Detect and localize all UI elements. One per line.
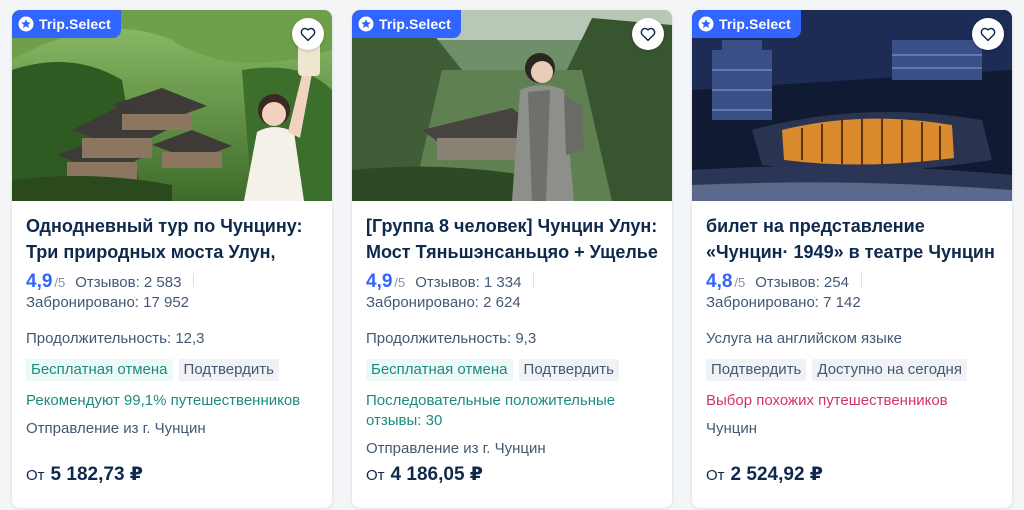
price-amount: 5 182,73 ₽: [50, 464, 144, 485]
booked-count: Забронировано: 17 952: [26, 294, 190, 311]
rating-score: 4,9: [366, 271, 393, 292]
product-photo[interactable]: Trip.Select: [12, 10, 332, 201]
tag-available-today: Доступно на сегодня: [812, 359, 967, 381]
tag-confirm: Подтвердить: [518, 359, 619, 381]
booked-count: Забронировано: 7 142: [706, 294, 861, 311]
product-photo-gorge: [352, 10, 672, 201]
rating-max: /5: [394, 275, 406, 290]
recommendation-text: Рекомендуют 99,1% путешественников: [26, 392, 301, 409]
product-photo-mountain-village: [12, 10, 332, 201]
favorite-button[interactable]: [972, 18, 1004, 50]
price-prefix: От: [26, 467, 45, 484]
heart-icon: [980, 27, 996, 42]
tag-list: Подтвердить Доступно на сегодня: [706, 359, 998, 381]
star-badge-icon: [698, 16, 714, 32]
tag-free-cancellation: Бесплатная отмена: [26, 359, 173, 381]
favorite-button[interactable]: [632, 18, 664, 50]
tag-list: Бесплатная отмена Подтвердить: [26, 359, 318, 381]
tag-confirm: Подтвердить: [178, 359, 279, 381]
tag-list: Бесплатная отмена Подтвердить: [366, 359, 658, 381]
product-card[interactable]: Trip.Select Однодневный тур по Чунцину: …: [12, 10, 332, 508]
review-count: Отзывов: 2 583: [75, 274, 182, 291]
badge-label: Trip.Select: [379, 16, 451, 32]
duration: Продолжительность: 9,3: [366, 330, 537, 347]
rating-row: 4,9 /5 Отзывов: 1 334: [366, 271, 658, 293]
tag-free-cancellation: Бесплатная отмена: [366, 359, 513, 381]
departure-text: Отправление из г. Чунцин: [26, 420, 206, 437]
product-photo[interactable]: Trip.Select: [352, 10, 672, 201]
rating-max: /5: [734, 275, 746, 290]
recommendation-text: Последовательные положительные отзывы: 3…: [366, 392, 616, 429]
price-amount: 4 186,05 ₽: [390, 464, 484, 485]
badge-label: Trip.Select: [719, 16, 791, 32]
product-photo[interactable]: Trip.Select: [692, 10, 1012, 201]
rating-row: 4,9 /5 Отзывов: 2 583: [26, 271, 318, 293]
language-service: Услуга на английском языке: [706, 330, 902, 347]
recommendation-text: Выбор похожих путешественников: [706, 392, 948, 409]
badge-label: Trip.Select: [39, 16, 111, 32]
trip-select-badge: Trip.Select: [12, 10, 121, 38]
product-card-list: Trip.Select Однодневный тур по Чунцину: …: [0, 0, 1024, 510]
tag-confirm: Подтвердить: [706, 359, 807, 381]
product-photo-theatre-stage: [692, 10, 1012, 201]
price-amount: 2 524,92 ₽: [730, 464, 824, 485]
divider: [193, 273, 195, 287]
duration: Продолжительность: 12,3: [26, 330, 205, 347]
review-count: Отзывов: 1 334: [415, 274, 522, 291]
product-title[interactable]: Однодневный тур по Чунцину: Три природны…: [26, 213, 318, 265]
review-count: Отзывов: 254: [755, 274, 849, 291]
price: От 2 524,92 ₽: [706, 463, 823, 486]
price: От 5 182,73 ₽: [26, 463, 143, 486]
rating-score: 4,9: [26, 271, 53, 292]
rating-row: 4,8 /5 Отзывов: 254: [706, 271, 998, 293]
divider: [533, 273, 535, 287]
trip-select-badge: Trip.Select: [352, 10, 461, 38]
trip-select-badge: Trip.Select: [692, 10, 801, 38]
product-title[interactable]: билет на представление «Чунцин· 1949» в …: [706, 213, 998, 265]
star-badge-icon: [358, 16, 374, 32]
departure-text: Чунцин: [706, 420, 758, 437]
heart-icon: [300, 27, 316, 42]
price: От 4 186,05 ₽: [366, 463, 483, 486]
divider: [860, 273, 862, 287]
heart-icon: [640, 27, 656, 42]
rating-score: 4,8: [706, 271, 733, 292]
product-card[interactable]: Trip.Select билет на представление «Чунц…: [692, 10, 1012, 508]
rating-max: /5: [54, 275, 66, 290]
product-card[interactable]: Trip.Select [Группа 8 человек] Чунцин Ул…: [352, 10, 672, 508]
product-title[interactable]: [Группа 8 человек] Чунцин Улун: Мост Тян…: [366, 213, 658, 265]
favorite-button[interactable]: [292, 18, 324, 50]
price-prefix: От: [366, 467, 385, 484]
price-prefix: От: [706, 467, 725, 484]
booked-count: Забронировано: 2 624: [366, 294, 521, 311]
departure-text: Отправление из г. Чунцин: [366, 440, 546, 457]
star-badge-icon: [18, 16, 34, 32]
